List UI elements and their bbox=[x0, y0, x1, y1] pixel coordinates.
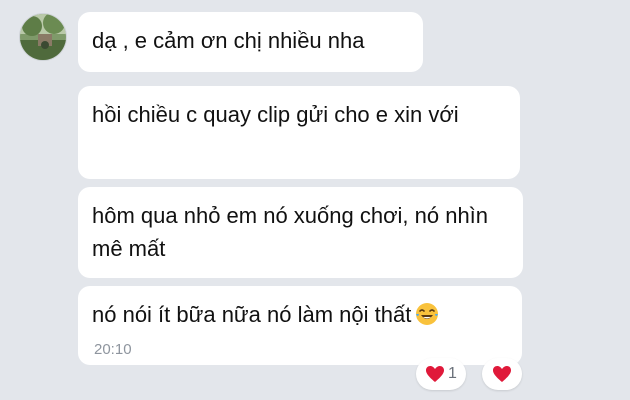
react-heart-button[interactable] bbox=[482, 358, 522, 390]
message-bubble[interactable]: dạ , e cảm ơn chị nhiều nha bbox=[78, 12, 423, 72]
message-text: hôm qua nhỏ em nó xuống chơi, nó nhìn mê… bbox=[92, 203, 489, 261]
message-text: hồi chiều c quay clip gửi cho e xin với bbox=[92, 102, 459, 127]
message-timestamp: 20:10 bbox=[94, 341, 132, 358]
heart-icon bbox=[493, 366, 511, 382]
message-bubble[interactable]: hồi chiều c quay clip gửi cho e xin với bbox=[78, 86, 520, 179]
message-bubble[interactable]: hôm qua nhỏ em nó xuống chơi, nó nhìn mê… bbox=[78, 187, 523, 278]
message-bubble[interactable]: nó nói ít bữa nữa nó làm nội thất 20:10 bbox=[78, 286, 522, 365]
reaction-summary[interactable]: 1 bbox=[416, 358, 466, 390]
message-text: dạ , e cảm ơn chị nhiều nha bbox=[92, 28, 365, 53]
laughing-tears-emoji bbox=[415, 302, 439, 326]
message-text: nó nói ít bữa nữa nó làm nội thất bbox=[92, 302, 412, 327]
reaction-count: 1 bbox=[448, 365, 457, 382]
avatar[interactable] bbox=[19, 13, 67, 61]
heart-icon bbox=[426, 366, 445, 382]
